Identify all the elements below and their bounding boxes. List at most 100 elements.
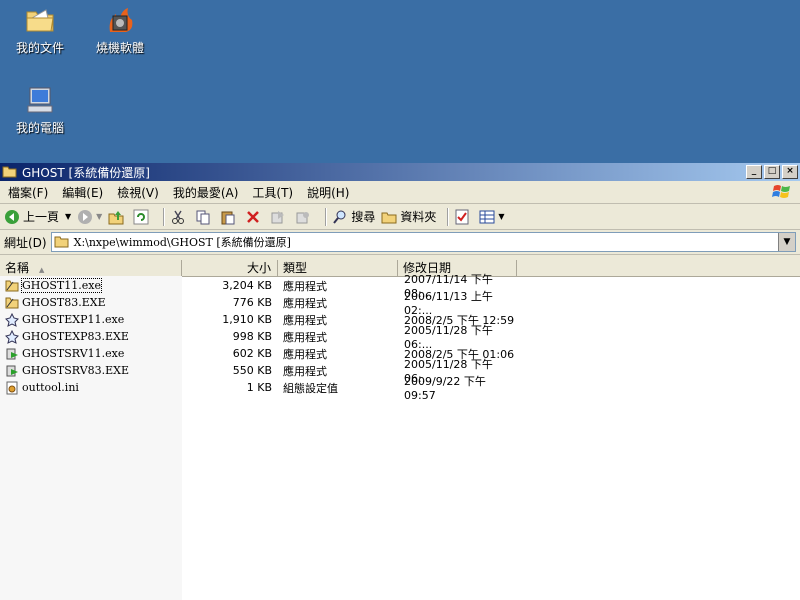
menu-favorites[interactable]: 我的最愛(A) (167, 184, 245, 201)
dropdown-arrow-icon[interactable]: ▼ (498, 212, 504, 221)
ghost-server-icon (6, 348, 18, 359)
properties-button[interactable] (454, 209, 473, 225)
move-to-button[interactable] (270, 209, 289, 225)
toolbar: 上一頁 ▼ ▼ 搜尋 資料夾 ▼ (0, 204, 800, 230)
menu-file[interactable]: 檔案(F) (2, 184, 54, 201)
cut-button[interactable] (170, 209, 189, 225)
file-name: GHOSTEXP11.exe (22, 313, 125, 326)
menu-tools[interactable]: 工具(T) (246, 184, 299, 201)
menu-help[interactable]: 說明(H) (301, 184, 355, 201)
file-name: GHOST11.exe (21, 278, 102, 293)
delete-button[interactable] (245, 209, 264, 225)
file-size: 602 KB (232, 347, 272, 360)
menu-bar: 檔案(F) 編輯(E) 檢視(V) 我的最愛(A) 工具(T) 說明(H) (0, 181, 800, 204)
file-type: 組態設定值 (283, 381, 338, 395)
copy-to-button[interactable] (295, 209, 314, 225)
folders-button[interactable]: 資料夾 (381, 208, 436, 225)
file-name: GHOSTEXP83.EXE (22, 330, 129, 343)
file-name: GHOST83.EXE (22, 296, 106, 309)
checklist-icon (455, 209, 469, 224)
file-name: GHOSTSRV11.exe (22, 347, 125, 360)
column-header-name[interactable]: 名稱 ▲ (0, 260, 182, 276)
column-header-type[interactable]: 類型 (278, 260, 398, 276)
computer-icon (24, 84, 56, 116)
desktop-icon-burn-software[interactable]: 燒機軟體 (82, 4, 158, 56)
ghost-server-icon (6, 365, 18, 376)
maximize-button[interactable]: □ (764, 165, 780, 179)
copy-to-icon (296, 211, 310, 223)
refresh-icon (133, 209, 149, 224)
address-input[interactable]: X:\nxpe\wimmod\GHOST [系統備份還原] ▼ (50, 232, 796, 252)
address-label: 網址(D) (4, 235, 47, 250)
menu-view[interactable]: 檢視(V) (111, 184, 165, 201)
search-label: 搜尋 (351, 210, 376, 224)
file-name: GHOSTSRV83.EXE (22, 364, 130, 377)
file-size: 1 KB (246, 381, 272, 394)
up-folder-icon (108, 210, 124, 224)
minimize-button[interactable]: _ (746, 165, 762, 179)
toolbar-separator (163, 207, 166, 226)
back-button[interactable]: 上一頁 ▼ (4, 208, 71, 225)
forward-button[interactable]: ▼ (77, 209, 102, 225)
windows-logo-icon (772, 185, 790, 198)
file-row[interactable]: GHOSTEXP83.EXE 998 KB 應用程式 2005/11/28 下午… (0, 324, 800, 351)
dropdown-arrow-icon[interactable]: ▼ (96, 212, 102, 221)
folder-icon (381, 212, 397, 223)
ghost-explorer-icon (5, 329, 19, 344)
address-dropdown-button[interactable]: ▼ (778, 233, 795, 251)
file-type: 應用程式 (283, 279, 327, 293)
folder-open-icon (2, 166, 17, 178)
copy-icon (196, 210, 210, 224)
back-arrow-icon (5, 209, 19, 224)
forward-arrow-icon (78, 209, 93, 224)
desktop-icon-label: 燒機軟體 (95, 41, 144, 55)
folders-label: 資料夾 (400, 210, 437, 224)
sort-ascending-icon: ▲ (39, 266, 45, 274)
file-list: 名稱 ▲ 大小 類型 修改日期 GHOST11.exe 3,204 KB 應用程式… (0, 260, 800, 600)
file-type: 應用程式 (283, 296, 327, 310)
folder-documents-icon (24, 4, 56, 36)
menu-edit[interactable]: 編輯(E) (56, 184, 109, 201)
file-size: 1,910 KB (222, 313, 272, 326)
search-button[interactable]: 搜尋 (332, 208, 375, 225)
toolbar-separator (447, 207, 450, 226)
refresh-button[interactable] (133, 209, 152, 225)
close-button[interactable]: × (782, 165, 798, 179)
desktop-icon-my-computer[interactable]: 我的電腦 (2, 84, 78, 136)
desktop-icon-label: 我的電腦 (15, 121, 64, 135)
file-type: 應用程式 (283, 313, 327, 327)
explorer-window: GHOST [系統備份還原] _ □ × 檔案(F) 編輯(E) 檢視(V) 我… (0, 163, 800, 600)
title-bar[interactable]: GHOST [系統備份還原] _ □ × (0, 163, 800, 181)
ghost-explorer-icon (5, 312, 19, 327)
search-icon (333, 210, 346, 224)
view-grid-icon (479, 210, 495, 223)
views-button[interactable]: ▼ (479, 209, 505, 225)
paste-icon (221, 211, 235, 224)
burn-tool-icon (104, 4, 136, 36)
desktop-icon-my-documents[interactable]: 我的文件 (2, 4, 78, 56)
ghost-exe-icon (5, 297, 19, 308)
toolbar-separator (325, 207, 328, 226)
file-name: outtool.ini (22, 381, 79, 394)
window-title: GHOST [系統備份還原] (22, 165, 150, 180)
column-header-size[interactable]: 大小 (182, 260, 278, 276)
address-bar: 網址(D) X:\nxpe\wimmod\GHOST [系統備份還原] ▼ (0, 230, 800, 255)
desktop-icon-label: 我的文件 (15, 41, 64, 55)
ini-file-icon (6, 381, 18, 394)
file-size: 3,204 KB (222, 279, 272, 292)
paste-button[interactable] (220, 209, 239, 225)
file-type: 應用程式 (283, 347, 327, 361)
file-row[interactable]: outtool.ini 1 KB 組態設定值 2009/9/22 下午 09:5… (0, 375, 800, 402)
back-label: 上一頁 (23, 210, 60, 224)
file-row[interactable]: GHOST83.EXE 776 KB 應用程式 2006/11/13 上午 02… (0, 290, 800, 317)
copy-button[interactable] (195, 209, 214, 225)
file-date: 2009/9/22 下午 09:57 (404, 375, 486, 402)
up-folder-button[interactable] (108, 209, 127, 225)
file-size: 998 KB (232, 330, 272, 343)
file-type: 應用程式 (283, 364, 327, 378)
move-to-icon (271, 210, 285, 223)
dropdown-arrow-icon[interactable]: ▼ (65, 212, 71, 221)
address-value: X:\nxpe\wimmod\GHOST [系統備份還原] (73, 236, 291, 249)
file-type: 應用程式 (283, 330, 327, 344)
folder-icon (54, 236, 69, 248)
